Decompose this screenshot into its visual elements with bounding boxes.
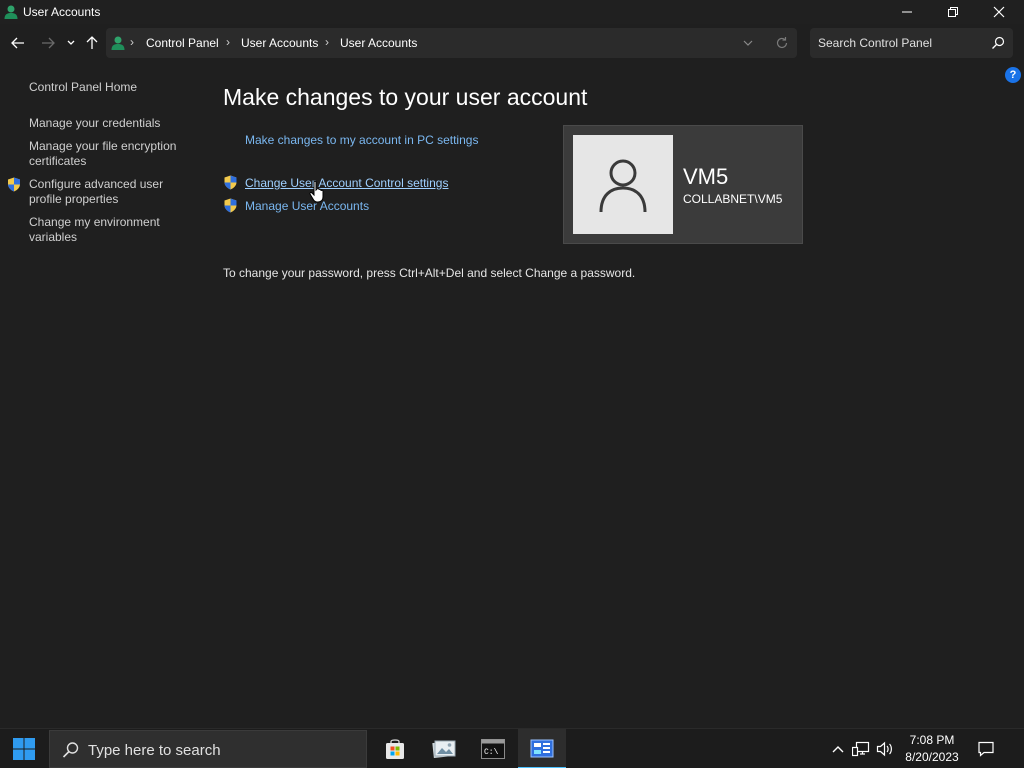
network-icon bbox=[852, 741, 870, 757]
close-icon bbox=[993, 6, 1005, 18]
uac-shield-icon bbox=[8, 177, 20, 192]
search-input[interactable] bbox=[818, 35, 988, 51]
taskbar-app-store[interactable] bbox=[371, 729, 419, 768]
photo-viewer-icon bbox=[432, 740, 456, 759]
minimize-button[interactable] bbox=[884, 0, 930, 24]
breadcrumb-user-accounts[interactable]: User Accounts bbox=[241, 36, 318, 50]
environment-variables-link[interactable]: Change my environment variables bbox=[29, 215, 189, 245]
search-icon[interactable] bbox=[991, 36, 1005, 50]
user-accounts-icon bbox=[111, 36, 125, 50]
speaker-icon bbox=[876, 741, 892, 757]
uac-settings-link[interactable]: Change User Account Control settings bbox=[245, 176, 448, 190]
address-dropdown-icon[interactable] bbox=[742, 37, 754, 49]
breadcrumb-separator: › bbox=[130, 35, 134, 49]
breadcrumb-separator: › bbox=[226, 35, 230, 49]
search-icon bbox=[62, 742, 79, 758]
taskbar-app-photos[interactable] bbox=[420, 729, 468, 768]
breadcrumb-control-panel[interactable]: Control Panel bbox=[146, 36, 219, 50]
up-button[interactable] bbox=[82, 34, 102, 52]
volume-button[interactable] bbox=[876, 740, 894, 758]
user-name: VM5 bbox=[683, 164, 729, 189]
clock-date: 8/20/2023 bbox=[905, 750, 959, 764]
navigation-bar: › Control Panel › User Accounts › User A… bbox=[0, 28, 1024, 58]
start-button[interactable] bbox=[0, 729, 48, 768]
chevron-up-icon bbox=[832, 746, 844, 753]
address-bar[interactable]: › Control Panel › User Accounts › User A… bbox=[106, 28, 797, 58]
title-bar: User Accounts bbox=[0, 0, 1024, 24]
taskbar-clock[interactable]: 7:08 PM 8/20/2023 bbox=[896, 732, 968, 766]
close-button[interactable] bbox=[976, 0, 1022, 24]
restore-icon bbox=[948, 7, 958, 17]
manage-credentials-link[interactable]: Manage your credentials bbox=[29, 116, 189, 131]
user-domain: COLLABNET\VM5 bbox=[683, 192, 783, 206]
forward-button[interactable] bbox=[38, 34, 58, 52]
taskbar-app-control-panel[interactable] bbox=[518, 729, 566, 768]
control-panel-home-link[interactable]: Control Panel Home bbox=[29, 80, 189, 95]
search-box[interactable] bbox=[810, 28, 1013, 58]
window-title: User Accounts bbox=[23, 5, 101, 19]
back-button[interactable] bbox=[8, 34, 28, 52]
taskbar-app-cmd[interactable]: C:\ bbox=[469, 729, 517, 768]
network-status-button[interactable] bbox=[852, 740, 870, 758]
minimize-icon bbox=[902, 11, 912, 13]
pc-settings-link[interactable]: Make changes to my account in PC setting… bbox=[245, 133, 478, 147]
password-instructions: To change your password, press Ctrl+Alt+… bbox=[223, 266, 636, 280]
control-panel-icon bbox=[530, 739, 554, 758]
microsoft-store-icon bbox=[386, 739, 404, 759]
taskbar: C:\ 7:08 PM 8/20/2023 bbox=[0, 728, 1024, 768]
taskbar-search[interactable] bbox=[49, 730, 367, 768]
help-button[interactable]: ? bbox=[1005, 67, 1021, 83]
advanced-user-profile-properties-link[interactable]: Configure advanced user profile properti… bbox=[29, 177, 189, 207]
forward-arrow-icon bbox=[42, 37, 55, 49]
back-arrow-icon bbox=[11, 37, 24, 49]
clock-time: 7:08 PM bbox=[909, 733, 955, 747]
user-silhouette-icon bbox=[599, 159, 647, 213]
uac-shield-icon bbox=[224, 175, 237, 190]
notification-icon bbox=[978, 741, 994, 757]
command-prompt-icon: C:\ bbox=[481, 739, 505, 759]
avatar bbox=[573, 135, 673, 234]
page-title: Make changes to your user account bbox=[223, 84, 588, 110]
breadcrumb-user-accounts-current[interactable]: User Accounts bbox=[340, 36, 417, 50]
hand-cursor-icon bbox=[309, 180, 324, 203]
windows-logo-icon bbox=[13, 738, 35, 760]
refresh-icon[interactable] bbox=[775, 36, 789, 50]
manage-user-accounts-link[interactable]: Manage User Accounts bbox=[245, 199, 369, 213]
chevron-down-icon bbox=[67, 40, 75, 45]
file-encryption-certificates-link[interactable]: Manage your file encryption certificates bbox=[29, 139, 189, 169]
user-accounts-icon bbox=[4, 5, 18, 19]
notifications-button[interactable] bbox=[977, 740, 995, 758]
uac-shield-icon bbox=[224, 198, 237, 213]
breadcrumb-separator: › bbox=[325, 35, 329, 49]
recent-locations-button[interactable] bbox=[63, 34, 79, 52]
taskbar-search-input[interactable] bbox=[88, 741, 348, 759]
svg-text:C:\: C:\ bbox=[484, 748, 499, 757]
show-hidden-icons-button[interactable] bbox=[829, 740, 847, 758]
up-arrow-icon bbox=[86, 36, 98, 49]
user-card: VM5 COLLABNET\VM5 bbox=[563, 125, 803, 244]
restore-button[interactable] bbox=[930, 0, 976, 24]
